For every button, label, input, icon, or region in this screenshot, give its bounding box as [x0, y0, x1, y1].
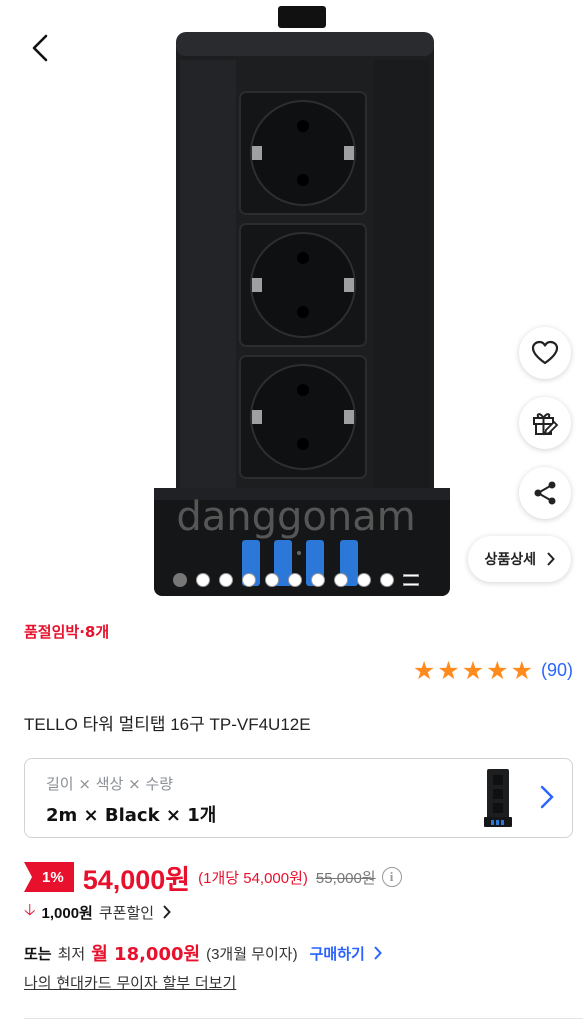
product-detail-button[interactable]: 상품상세	[468, 536, 571, 582]
watermark-text: danggonam	[176, 494, 415, 540]
option-thumbnail	[484, 769, 512, 827]
chevron-right-icon	[374, 946, 382, 960]
gift-button[interactable]	[519, 397, 571, 449]
carousel-dot[interactable]	[173, 573, 187, 587]
chevron-right-icon	[163, 905, 171, 919]
carousel-indicator[interactable]	[173, 573, 419, 587]
product-image: danggonam	[154, 6, 450, 596]
installment-months: (3개월 무이자)	[206, 945, 298, 963]
unit-price: (1개당 54,000원)	[198, 869, 308, 887]
carousel-dot[interactable]	[265, 573, 279, 587]
chevron-right-icon	[547, 552, 555, 566]
installment-row: 또는 최저 월 18,000원 (3개월 무이자) 구매하기	[24, 940, 382, 966]
carousel-dot[interactable]	[334, 573, 348, 587]
carousel-dot[interactable]	[219, 573, 233, 587]
option-value: 2m × Black × 1개	[46, 805, 217, 826]
more-slides-icon	[403, 574, 419, 586]
divider	[24, 1018, 583, 1019]
discount-badge: 1%	[24, 862, 74, 892]
product-title: TELLO 타워 멀티탭 16구 TP-VF4U12E	[24, 715, 311, 734]
option-selector[interactable]: 길이 × 색상 × 수량 2m × Black × 1개	[24, 758, 573, 838]
coupon-amount: 1,000원	[41, 904, 93, 922]
like-button[interactable]	[519, 327, 571, 379]
gift-icon	[533, 413, 559, 436]
rating[interactable]: ★ ★ ★ ★ ★ (90)	[413, 658, 573, 683]
review-count-link[interactable]: (90)	[541, 660, 573, 681]
installment-minimum: 최저	[57, 944, 86, 963]
coupon-discount[interactable]: 🡣 1,000원 쿠폰할인	[24, 900, 171, 924]
star-icon: ★	[510, 656, 533, 685]
carousel-dot[interactable]	[311, 573, 325, 587]
carousel-dot[interactable]	[242, 573, 256, 587]
back-button[interactable]	[22, 28, 58, 68]
heart-icon	[531, 340, 559, 365]
carousel-dot[interactable]	[380, 573, 394, 587]
buy-link[interactable]: 구매하기	[310, 943, 365, 964]
stock-warning: 품절임박·8개	[24, 623, 110, 641]
product-detail-label: 상품상세	[484, 552, 536, 568]
original-price: 55,000원	[315, 869, 376, 887]
chevron-left-icon	[32, 34, 48, 62]
star-icon: ★	[486, 656, 509, 685]
sale-price: 54,000원	[82, 864, 191, 895]
installment-prefix: 또는	[24, 944, 52, 963]
star-icon: ★	[437, 656, 460, 685]
product-image-carousel[interactable]: danggonam 상품상세	[0, 0, 583, 600]
monthly-price: 월 18,000원	[91, 944, 201, 965]
price-row: 1% 54,000원 (1개당 54,000원) 55,000원 i	[24, 858, 402, 896]
info-icon[interactable]: i	[381, 867, 402, 887]
option-label: 길이 × 색상 × 수량	[46, 775, 174, 793]
carousel-dot[interactable]	[196, 573, 210, 587]
chevron-right-icon	[540, 785, 554, 809]
coupon-label: 쿠폰할인	[98, 903, 155, 922]
share-button[interactable]	[519, 467, 571, 519]
star-icon: ★	[412, 656, 436, 685]
card-installment-link[interactable]: 나의 현대카드 무이자 할부 더보기	[24, 972, 236, 993]
carousel-dot[interactable]	[357, 573, 371, 587]
carousel-dot[interactable]	[288, 573, 302, 587]
down-arrow-icon: 🡣	[24, 899, 36, 919]
star-icon: ★	[461, 656, 485, 685]
share-icon	[534, 481, 556, 505]
